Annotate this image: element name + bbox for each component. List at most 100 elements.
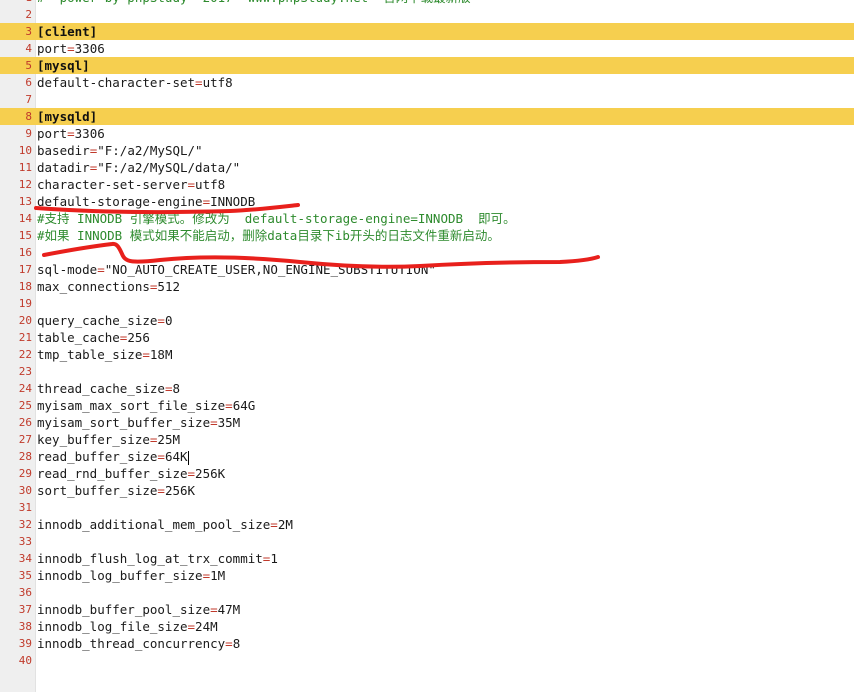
editor-line[interactable]: 19	[0, 295, 854, 312]
line-number: 25	[18, 399, 32, 412]
editor-line[interactable]: 20 query_cache_size=0	[0, 312, 854, 329]
editor-line[interactable]: 14 #支持 INNODB 引擎模式。修改为 default-storage-en…	[0, 210, 854, 227]
equals-operator: =	[157, 483, 165, 498]
line-text: character-set-server=utf8	[37, 176, 225, 193]
comment-text: #支持 INNODB 引擎模式。修改为 default-storage-engi…	[37, 211, 516, 226]
editor-line[interactable]: 26 myisam_sort_buffer_size=35M	[0, 414, 854, 431]
editor-lines[interactable]: 1# power by phpStudy 2017 www.phpStudy.n…	[0, 0, 854, 669]
editor-line[interactable]: 2	[0, 6, 854, 23]
line-text: innodb_log_buffer_size=1M	[37, 567, 225, 584]
equals-operator: =	[225, 636, 233, 651]
editor-line[interactable]: 8 [mysqld]	[0, 108, 854, 125]
line-number: 16	[18, 246, 32, 259]
editor-line[interactable]: 5 [mysql]	[0, 57, 854, 74]
code-editor[interactable]: 1# power by phpStudy 2017 www.phpStudy.n…	[0, 0, 854, 692]
line-text: datadir="F:/a2/MySQL/data/"	[37, 159, 240, 176]
config-value: 2M	[277, 517, 293, 532]
config-key: innodb_buffer_pool_size	[37, 602, 211, 617]
config-key: key_buffer_size	[37, 432, 150, 447]
editor-line[interactable]: 31	[0, 499, 854, 516]
editor-line[interactable]: 37 innodb_buffer_pool_size=47M	[0, 601, 854, 618]
editor-line[interactable]: 23	[0, 363, 854, 380]
editor-line[interactable]: 40	[0, 652, 854, 669]
config-value: "F:/a2/MySQL/"	[97, 143, 203, 158]
line-number: 14	[18, 212, 32, 225]
line-text: myisam_max_sort_file_size=64G	[37, 397, 255, 414]
editor-line[interactable]: 28 read_buffer_size=64K	[0, 448, 854, 465]
line-text: innodb_additional_mem_pool_size=2M	[37, 516, 293, 533]
editor-line[interactable]: 3 [client]	[0, 23, 854, 40]
line-number: 36	[18, 586, 32, 599]
editor-line[interactable]: 4 port=3306	[0, 40, 854, 57]
config-key: character-set-server	[37, 177, 188, 192]
line-number: 31	[18, 501, 32, 514]
editor-line[interactable]: 25 myisam_max_sort_file_size=64G	[0, 397, 854, 414]
config-value: 35M	[217, 415, 241, 430]
editor-line[interactable]: 15 #如果 INNODB 模式如果不能启动，删除data目录下ib开头的日志文件…	[0, 227, 854, 244]
editor-line[interactable]: 39 innodb_thread_concurrency=8	[0, 635, 854, 652]
equals-operator: =	[187, 619, 196, 634]
line-text: query_cache_size=0	[37, 312, 172, 329]
line-number: 5	[0, 57, 32, 74]
line-number: 18	[18, 280, 32, 293]
line-text: tmp_table_size=18M	[37, 346, 172, 363]
editor-line[interactable]: 32 innodb_additional_mem_pool_size=2M	[0, 516, 854, 533]
editor-line[interactable]: 36	[0, 584, 854, 601]
line-text: innodb_thread_concurrency=8	[37, 635, 240, 652]
editor-line[interactable]: 12 character-set-server=utf8	[0, 176, 854, 193]
editor-line[interactable]: 30 sort_buffer_size=256K	[0, 482, 854, 499]
editor-line[interactable]: 13 default-storage-engine=INNODB	[0, 193, 854, 210]
editor-line[interactable]: 7	[0, 91, 854, 108]
config-value: 256K	[164, 483, 196, 498]
section-header: [mysql]	[37, 58, 90, 73]
line-text: innodb_log_file_size=24M	[37, 618, 218, 635]
editor-line[interactable]: 6 default-character-set=utf8	[0, 74, 854, 91]
editor-line[interactable]: 29 read_rnd_buffer_size=256K	[0, 465, 854, 482]
editor-line[interactable]: 33	[0, 533, 854, 550]
config-key: default-storage-engine	[37, 194, 203, 209]
config-value: 1M	[210, 568, 226, 583]
editor-line[interactable]: 10 basedir="F:/a2/MySQL/"	[0, 142, 854, 159]
editor-line[interactable]: 17 sql-mode="NO_AUTO_CREATE_USER,NO_ENGIN…	[0, 261, 854, 278]
editor-line[interactable]: 16	[0, 244, 854, 261]
equals-operator: =	[270, 517, 278, 532]
config-value: 256	[127, 330, 150, 345]
equals-operator: =	[225, 398, 233, 413]
editor-line[interactable]: 38 innodb_log_file_size=24M	[0, 618, 854, 635]
config-value: utf8	[202, 75, 233, 90]
config-value: INNODB	[210, 194, 256, 209]
line-text: key_buffer_size=25M	[37, 431, 180, 448]
line-text: read_buffer_size=64K	[37, 448, 189, 465]
line-text: port=3306	[37, 125, 105, 142]
line-text: port=3306	[37, 40, 105, 57]
line-number: 19	[18, 297, 32, 310]
text-cursor	[187, 450, 189, 465]
config-key: port	[37, 41, 68, 56]
equals-operator: =	[187, 177, 196, 192]
line-number: 8	[0, 108, 32, 125]
editor-line[interactable]: 21 table_cache=256	[0, 329, 854, 346]
config-value: 3306	[74, 126, 105, 141]
config-value: 8	[232, 636, 241, 651]
line-text: innodb_buffer_pool_size=47M	[37, 601, 240, 618]
editor-line[interactable]: 11 datadir="F:/a2/MySQL/data/"	[0, 159, 854, 176]
editor-line[interactable]: 9 port=3306	[0, 125, 854, 142]
editor-line[interactable]: 34 innodb_flush_log_at_trx_commit=1	[0, 550, 854, 567]
line-number: 7	[25, 93, 32, 106]
line-number: 32	[18, 518, 32, 531]
config-key: sort_buffer_size	[37, 483, 158, 498]
editor-line[interactable]: 24 thread_cache_size=8	[0, 380, 854, 397]
editor-line[interactable]: 22 tmp_table_size=18M	[0, 346, 854, 363]
line-number: 33	[18, 535, 32, 548]
line-number: 13	[18, 195, 32, 208]
editor-line[interactable]: 27 key_buffer_size=25M	[0, 431, 854, 448]
config-key: innodb_log_file_size	[37, 619, 188, 634]
editor-line[interactable]: 35 innodb_log_buffer_size=1M	[0, 567, 854, 584]
editor-line[interactable]: 18 max_connections=512	[0, 278, 854, 295]
line-number: 22	[18, 348, 32, 361]
line-text: myisam_sort_buffer_size=35M	[37, 414, 240, 431]
config-key: myisam_max_sort_file_size	[37, 398, 226, 413]
config-key: innodb_additional_mem_pool_size	[37, 517, 271, 532]
config-value: 64K	[164, 449, 188, 464]
line-number: 39	[18, 637, 32, 650]
